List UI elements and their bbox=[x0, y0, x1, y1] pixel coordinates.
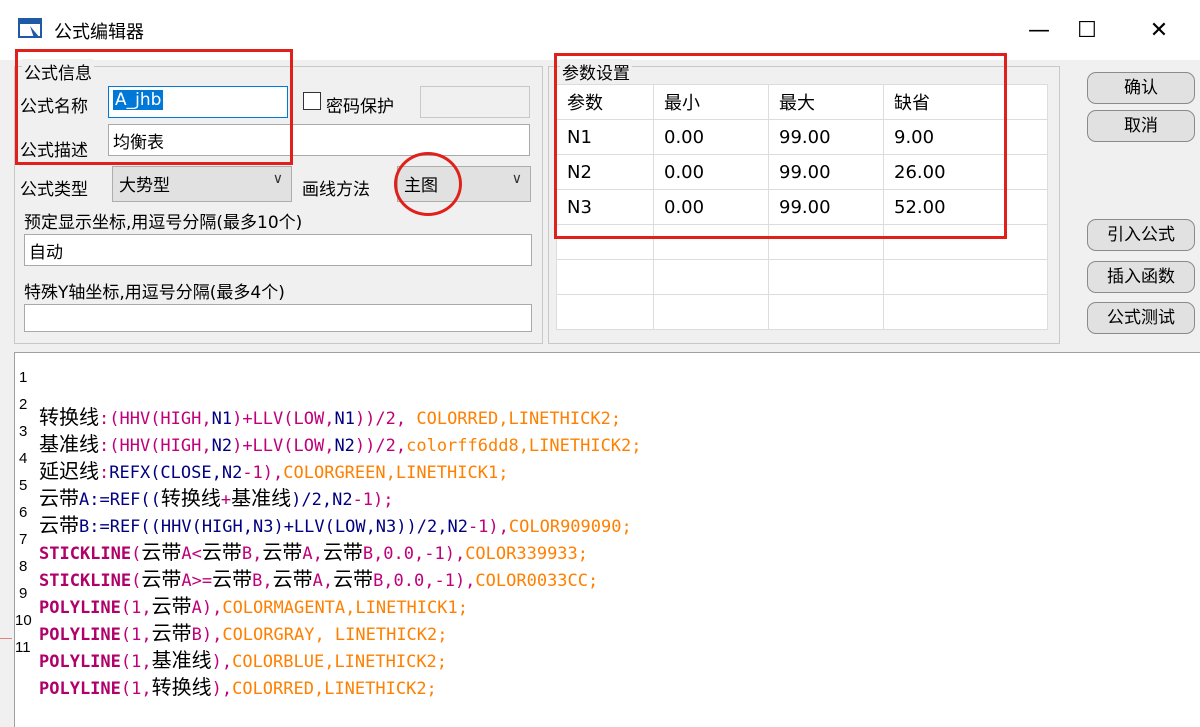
code-line[interactable]: 1 转换线:(HHV(HIGH,N1)+LLV(LOW,N1))/2, COLO… bbox=[15, 361, 621, 429]
line-number: 8 bbox=[19, 558, 28, 575]
code-line[interactable]: 2 基准线:(HHV(HIGH,N2)+LLV(LOW,N2))/2,color… bbox=[15, 388, 642, 456]
annotation-box-formula-info bbox=[15, 49, 293, 165]
password-protect-label: 密码保护 bbox=[326, 97, 394, 117]
code-line[interactable]: 11 POLYLINE(1,转换线),COLORRED,LINETHICK2; bbox=[15, 631, 437, 699]
line-number: 7 bbox=[19, 531, 28, 548]
minimize-icon: — bbox=[1028, 17, 1050, 43]
password-protect-checkbox[interactable] bbox=[303, 92, 321, 110]
formula-test-button[interactable]: 公式测试 bbox=[1087, 302, 1195, 334]
line-number: 3 bbox=[19, 423, 28, 440]
cancel-button[interactable]: 取消 bbox=[1087, 110, 1195, 142]
line-number: 5 bbox=[19, 477, 28, 494]
line-number: 6 bbox=[19, 504, 28, 521]
annotation-box-params bbox=[554, 53, 1007, 239]
maximize-icon: ☐ bbox=[1077, 17, 1097, 43]
code-line[interactable]: 8 POLYLINE(1,云带A),COLORMAGENTA,LINETHICK… bbox=[15, 550, 468, 618]
formula-editor-icon bbox=[18, 18, 42, 38]
coords-label: 预定显示坐标,用逗号分隔(最多10个) bbox=[24, 213, 303, 233]
import-formula-button[interactable]: 引入公式 bbox=[1087, 219, 1195, 251]
line-number: 9 bbox=[19, 585, 28, 602]
formula-type-value: 大势型 bbox=[119, 176, 170, 196]
line-number: 1 bbox=[19, 369, 28, 386]
code-line[interactable]: 3 延迟线:REFX(CLOSE,N2-1),COLORGREEN,LINETH… bbox=[15, 415, 508, 483]
close-button[interactable]: ✕ bbox=[1136, 8, 1182, 52]
line-number: 10 bbox=[15, 612, 32, 629]
yaxis-input[interactable] bbox=[24, 304, 532, 332]
table-row[interactable] bbox=[556, 259, 1048, 295]
formula-type-select[interactable]: 大势型 ∨ bbox=[112, 166, 292, 202]
line-number: 2 bbox=[19, 396, 28, 413]
code-editor[interactable]: 1 转换线:(HHV(HIGH,N1)+LLV(LOW,N1))/2, COLO… bbox=[14, 352, 1200, 727]
code-line[interactable]: 5 云带B:=REF((HHV(HIGH,N3)+LLV(LOW,N3))/2,… bbox=[15, 469, 632, 537]
code-line[interactable]: 6 STICKLINE(云带A<云带B,云带A,云带B,0.0,-1),COLO… bbox=[15, 496, 588, 564]
code-line[interactable]: 9 POLYLINE(1,云带B),COLORGRAY, LINETHICK2; bbox=[15, 577, 448, 645]
maximize-button[interactable]: ☐ bbox=[1064, 8, 1110, 52]
minimize-button[interactable]: — bbox=[1016, 8, 1062, 52]
annotation-circle-draw-method bbox=[394, 152, 462, 216]
code-line[interactable]: 7 STICKLINE(云带A>=云带B,云带A,云带B,0.0,-1),COL… bbox=[15, 523, 598, 591]
window-title: 公式编辑器 bbox=[54, 22, 144, 43]
chevron-down-icon: ∨ bbox=[272, 171, 283, 187]
insert-function-button[interactable]: 插入函数 bbox=[1087, 261, 1195, 293]
code-line[interactable]: 10 POLYLINE(1,基准线),COLORBLUE,LINETHICK2; bbox=[15, 604, 447, 672]
yaxis-label: 特殊Y轴坐标,用逗号分隔(最多4个) bbox=[24, 283, 285, 303]
editor-edge-line bbox=[0, 638, 12, 639]
draw-method-label: 画线方法 bbox=[302, 180, 370, 200]
close-icon: ✕ bbox=[1149, 17, 1169, 43]
chevron-down-icon: ∨ bbox=[511, 171, 522, 187]
table-row[interactable] bbox=[556, 294, 1048, 330]
formula-type-label: 公式类型 bbox=[20, 180, 88, 200]
coords-input[interactable]: 自动 bbox=[24, 234, 532, 266]
line-number: 4 bbox=[19, 450, 28, 467]
code-line[interactable]: 4 云带A:=REF((转换线+基准线)/2,N2-1); bbox=[15, 442, 394, 510]
ok-button[interactable]: 确认 bbox=[1087, 72, 1195, 104]
password-input bbox=[420, 86, 530, 118]
line-number: 11 bbox=[15, 639, 31, 656]
coords-value: 自动 bbox=[29, 243, 63, 263]
